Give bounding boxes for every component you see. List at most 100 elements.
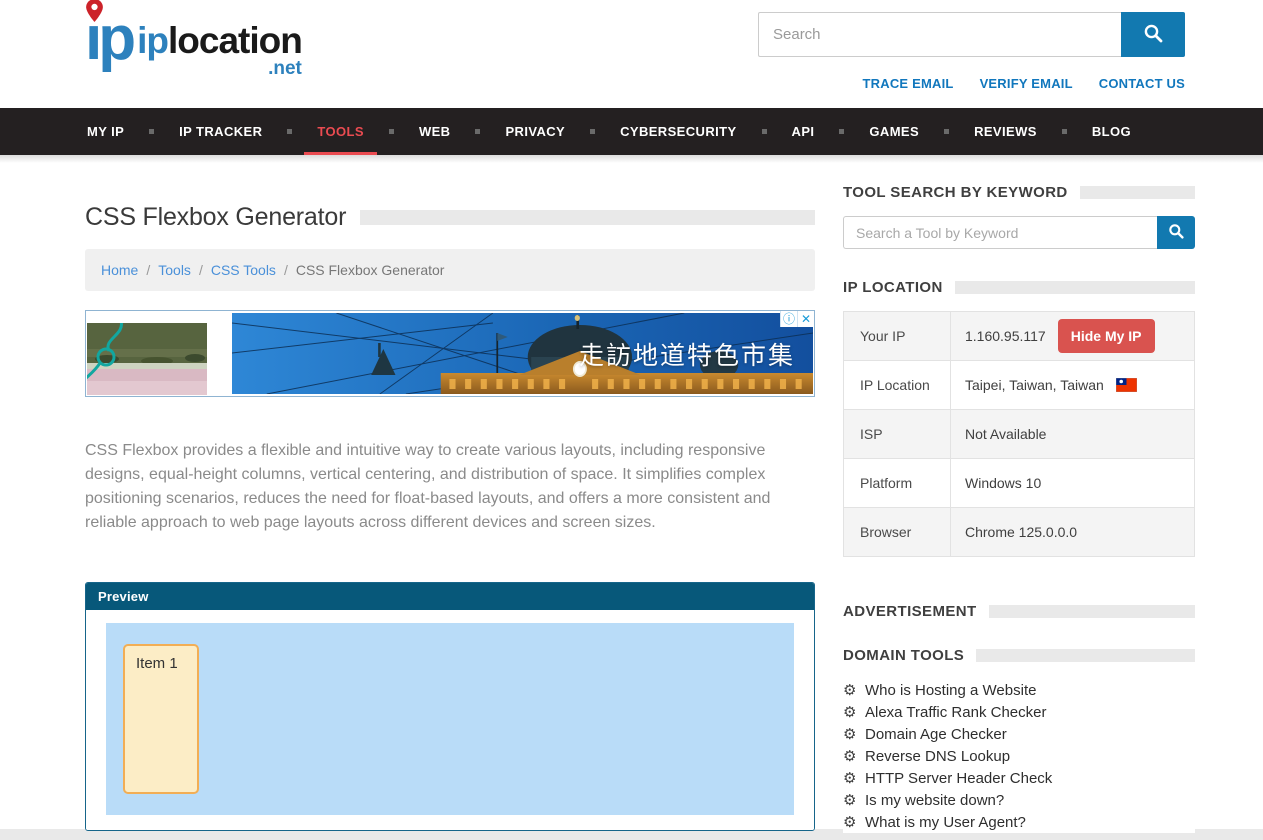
gear-icon: ⚙ bbox=[843, 681, 865, 699]
domain-tool-link[interactable]: HTTP Server Header Check bbox=[865, 770, 1052, 787]
breadcrumb-current: CSS Flexbox Generator bbox=[296, 262, 445, 278]
list-item: ⚙ What is my User Agent? bbox=[843, 811, 1195, 833]
nav-item-games[interactable]: GAMES bbox=[844, 108, 944, 155]
breadcrumb-separator: / bbox=[146, 262, 150, 278]
ad-close-icon[interactable]: ✕ bbox=[797, 311, 814, 327]
row-label: Platform bbox=[844, 459, 951, 508]
tool-search-heading-row: TOOL SEARCH BY KEYWORD bbox=[843, 184, 1195, 201]
list-item: ⚙ Reverse DNS Lookup bbox=[843, 745, 1195, 767]
domain-tools-heading: DOMAIN TOOLS bbox=[843, 647, 964, 664]
ad-choice-icons: ⓘ ✕ bbox=[780, 311, 814, 327]
breadcrumb-tools[interactable]: Tools bbox=[158, 262, 191, 278]
content-column: CSS Flexbox Generator Home / Tools / CSS… bbox=[85, 184, 815, 831]
nav-item-reviews[interactable]: REVIEWS bbox=[949, 108, 1062, 155]
header-links: TRACE EMAIL VERIFY EMAIL CONTACT US bbox=[863, 76, 1185, 91]
preview-panel-body: Item 1 bbox=[86, 610, 814, 830]
hide-my-ip-button[interactable]: Hide My IP bbox=[1058, 319, 1155, 353]
domain-tool-link[interactable]: Alexa Traffic Rank Checker bbox=[865, 704, 1046, 721]
domain-tool-link[interactable]: Is my website down? bbox=[865, 792, 1004, 809]
logo-mark: ıp bbox=[85, 14, 132, 65]
ad-info-icon[interactable]: ⓘ bbox=[780, 311, 797, 327]
advertisement-heading: ADVERTISEMENT bbox=[843, 603, 977, 620]
nav-item-web[interactable]: WEB bbox=[394, 108, 476, 155]
nav-item-privacy[interactable]: PRIVACY bbox=[480, 108, 590, 155]
row-label: IP Location bbox=[844, 361, 951, 410]
ip-location-heading-row: IP LOCATION bbox=[843, 279, 1195, 296]
list-item: ⚙ Alexa Traffic Rank Checker bbox=[843, 701, 1195, 723]
domain-tool-link[interactable]: Reverse DNS Lookup bbox=[865, 748, 1010, 765]
domain-tool-link[interactable]: Domain Age Checker bbox=[865, 726, 1007, 743]
nav-item-blog[interactable]: BLOG bbox=[1067, 108, 1156, 155]
sidebar: TOOL SEARCH BY KEYWORD IP LOCATION Your … bbox=[843, 184, 1195, 833]
row-value-cell: 1.160.95.117 Hide My IP bbox=[951, 312, 1195, 361]
advertisement-heading-row: ADVERTISEMENT bbox=[843, 603, 1195, 620]
search-icon bbox=[1143, 23, 1163, 46]
row-label: ISP bbox=[844, 410, 951, 459]
domain-tools-list: ⚙ Who is Hosting a Website ⚙ Alexa Traff… bbox=[843, 679, 1195, 833]
tool-search bbox=[843, 216, 1195, 249]
table-row: ISP Not Available bbox=[844, 410, 1195, 459]
ad-banner[interactable]: 走訪地道特色市集 ⓘ ✕ bbox=[85, 310, 815, 397]
site-header: ıp iplocation .net TRACE EMAIL VERIFY EM… bbox=[0, 0, 1263, 108]
location-pin-icon bbox=[86, 0, 103, 27]
ip-location-heading: IP LOCATION bbox=[843, 279, 943, 296]
list-item: ⚙ Domain Age Checker bbox=[843, 723, 1195, 745]
nav-item-ip-tracker[interactable]: IP TRACKER bbox=[154, 108, 287, 155]
main-nav: MY IP IP TRACKER TOOLS WEB PRIVACY CYBER… bbox=[0, 108, 1263, 155]
logo-wordmark: iplocation .net bbox=[137, 22, 302, 65]
nav-item-my-ip[interactable]: MY IP bbox=[87, 108, 149, 155]
nav-item-api[interactable]: API bbox=[767, 108, 840, 155]
gear-icon: ⚙ bbox=[843, 769, 865, 787]
breadcrumb-css-tools[interactable]: CSS Tools bbox=[211, 262, 276, 278]
page-title: CSS Flexbox Generator bbox=[85, 203, 346, 232]
header-search-input[interactable] bbox=[758, 12, 1121, 57]
breadcrumb-separator: / bbox=[199, 262, 203, 278]
gear-icon: ⚙ bbox=[843, 813, 865, 831]
isp-value: Not Available bbox=[951, 410, 1195, 459]
table-row: Platform Windows 10 bbox=[844, 459, 1195, 508]
heading-decoration-bar bbox=[1080, 186, 1195, 199]
domain-tool-link[interactable]: Who is Hosting a Website bbox=[865, 682, 1036, 699]
preview-panel-header: Preview bbox=[86, 583, 814, 610]
nav-shadow bbox=[0, 155, 1263, 163]
nav-item-cybersecurity[interactable]: CYBERSECURITY bbox=[595, 108, 761, 155]
logo-word-location: location bbox=[168, 20, 302, 61]
heading-decoration-bar bbox=[976, 649, 1195, 662]
nav-item-tools[interactable]: TOOLS bbox=[292, 108, 389, 155]
domain-tools-heading-row: DOMAIN TOOLS bbox=[843, 647, 1195, 664]
ip-location-value: Taipei, Taiwan, Taiwan bbox=[965, 377, 1104, 393]
heading-decoration-bar bbox=[955, 281, 1195, 294]
gear-icon: ⚙ bbox=[843, 747, 865, 765]
tool-description: CSS Flexbox provides a flexible and intu… bbox=[85, 439, 815, 535]
preview-panel: Preview Item 1 bbox=[85, 582, 815, 831]
row-label: Your IP bbox=[844, 312, 951, 361]
flexbox-preview-container: Item 1 bbox=[106, 623, 794, 815]
breadcrumb-separator: / bbox=[284, 262, 288, 278]
breadcrumb: Home / Tools / CSS Tools / CSS Flexbox G… bbox=[85, 249, 815, 291]
breadcrumb-home[interactable]: Home bbox=[101, 262, 138, 278]
tool-search-input[interactable] bbox=[843, 216, 1157, 249]
your-ip-value: 1.160.95.117 bbox=[965, 328, 1046, 344]
tool-search-button[interactable] bbox=[1157, 216, 1195, 249]
contact-us-link[interactable]: CONTACT US bbox=[1099, 76, 1185, 91]
page-title-row: CSS Flexbox Generator bbox=[85, 203, 815, 232]
domain-tool-link[interactable]: What is my User Agent? bbox=[865, 814, 1026, 831]
list-item: ⚙ Who is Hosting a Website bbox=[843, 679, 1195, 701]
verify-email-link[interactable]: VERIFY EMAIL bbox=[980, 76, 1073, 91]
taiwan-flag-icon bbox=[1116, 378, 1137, 392]
logo-word-ip: ip bbox=[137, 20, 168, 61]
header-search-button[interactable] bbox=[1121, 12, 1185, 57]
ad-headline: 走訪地道特色市集 bbox=[579, 336, 795, 372]
trace-email-link[interactable]: TRACE EMAIL bbox=[863, 76, 954, 91]
gear-icon: ⚙ bbox=[843, 791, 865, 809]
table-row: IP Location Taipei, Taiwan, Taiwan bbox=[844, 361, 1195, 410]
list-item: ⚙ HTTP Server Header Check bbox=[843, 767, 1195, 789]
title-decoration-bar bbox=[360, 210, 815, 225]
site-logo[interactable]: ıp iplocation .net bbox=[85, 14, 302, 65]
platform-value: Windows 10 bbox=[951, 459, 1195, 508]
main-content: CSS Flexbox Generator Home / Tools / CSS… bbox=[0, 163, 1263, 833]
flexbox-preview-item[interactable]: Item 1 bbox=[123, 644, 199, 794]
browser-value: Chrome 125.0.0.0 bbox=[951, 508, 1195, 557]
gear-icon: ⚙ bbox=[843, 725, 865, 743]
search-icon bbox=[1168, 223, 1184, 242]
